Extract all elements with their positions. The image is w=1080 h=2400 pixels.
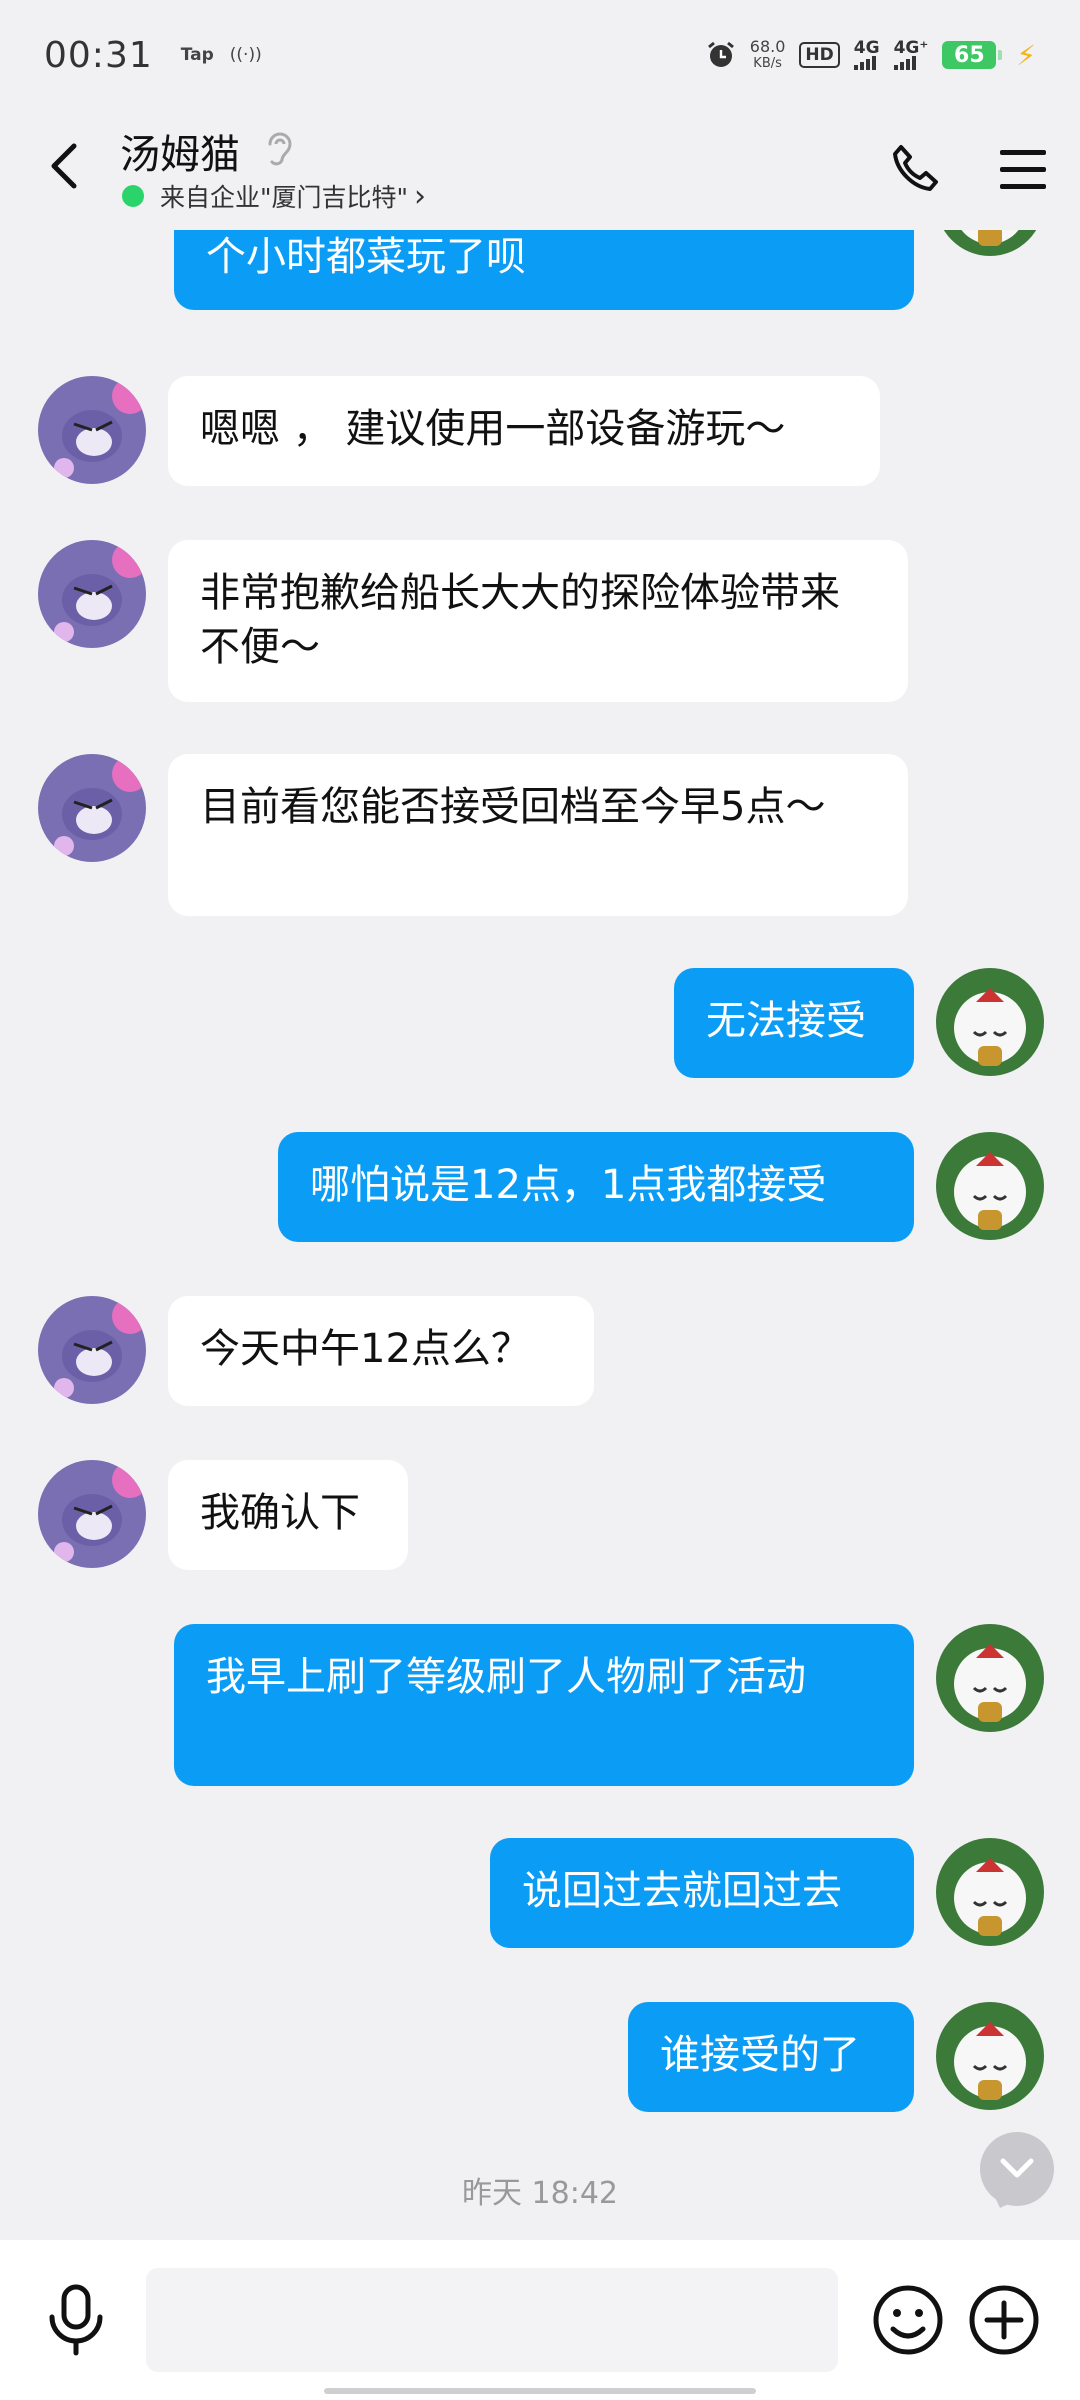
- network-type-1: 4G: [853, 38, 880, 58]
- status-time: 00:31: [44, 34, 153, 76]
- company-label: 来自企业"厦门吉比特": [160, 183, 408, 212]
- back-button[interactable]: [34, 136, 94, 196]
- chevron-left-icon: [51, 143, 77, 189]
- speed-value: 68.0: [749, 37, 786, 56]
- online-status-dot: [122, 185, 144, 207]
- message-text: 目前看您能否接受回档至今早5点～: [200, 784, 826, 830]
- signal-1: 4G: [853, 38, 880, 70]
- message-text: 谁接受的了: [660, 2032, 860, 2078]
- charging-icon: ⚡: [1016, 38, 1036, 72]
- message-text: 哪怕说是12点，1点我都接受: [310, 1162, 827, 1208]
- network-speed: 68.0 KB/s: [750, 38, 786, 72]
- signal-bars-icon: [853, 56, 876, 70]
- contact-avatar[interactable]: [38, 376, 146, 484]
- emoji-button[interactable]: [868, 2280, 948, 2360]
- menu-button[interactable]: [990, 136, 1056, 202]
- message-bubble[interactable]: 说回过去就回过去: [490, 1838, 914, 1948]
- signal-2: 4G⁺: [893, 38, 929, 70]
- input-bar: [0, 2240, 1080, 2400]
- message-bubble[interactable]: 目前看您能否接受回档至今早5点～: [168, 754, 908, 916]
- hotspot-icon: ((·)): [229, 45, 262, 65]
- my-avatar[interactable]: [936, 1624, 1044, 1732]
- message-bubble[interactable]: 谁接受的了: [628, 2002, 914, 2112]
- menu-icon-line: [1000, 166, 1046, 172]
- message-list[interactable]: 个小时都菜玩了呗 嗯嗯 ， 建议使用一部设备游玩～ 非常抱歉给船长大大的探险体验…: [0, 230, 1080, 2240]
- phone-icon: [893, 145, 938, 191]
- menu-icon-line: [1000, 183, 1046, 189]
- my-avatar[interactable]: [936, 968, 1044, 1076]
- earpiece-mode-icon[interactable]: [262, 126, 298, 174]
- plus-circle-icon: [969, 2285, 1039, 2355]
- menu-icon-line: [1000, 149, 1046, 155]
- message-text: 我早上刷了等级刷了人物刷了活动: [206, 1654, 806, 1700]
- battery-icon: 65: [942, 41, 1003, 69]
- scroll-to-bottom-button[interactable]: [980, 2132, 1054, 2206]
- message-bubble[interactable]: 个小时都菜玩了呗: [174, 230, 914, 310]
- my-avatar[interactable]: [936, 2002, 1044, 2110]
- contact-name[interactable]: 汤姆猫: [120, 122, 240, 180]
- contact-avatar[interactable]: [38, 754, 146, 862]
- message-text: 我确认下: [200, 1490, 360, 1536]
- status-icons: 68.0 KB/s HD 4G 4G⁺ 65 ⚡: [706, 38, 1036, 72]
- contact-avatar[interactable]: [38, 540, 146, 648]
- message-bubble[interactable]: 我早上刷了等级刷了人物刷了活动: [174, 1624, 914, 1786]
- chevron-down-icon: [1000, 2158, 1034, 2178]
- message-bubble[interactable]: 今天中午12点么？: [168, 1296, 594, 1406]
- phone-call-button[interactable]: [880, 134, 950, 204]
- network-type-2: 4G⁺: [893, 38, 929, 58]
- message-text: 非常抱歉给船长大大的探险体验带来不便～: [200, 570, 840, 670]
- my-avatar[interactable]: [936, 1132, 1044, 1240]
- home-indicator[interactable]: [324, 2388, 756, 2394]
- voice-input-button[interactable]: [36, 2280, 116, 2360]
- message-bubble[interactable]: 无法接受: [674, 968, 914, 1078]
- message-timestamp: 昨天 18:42: [462, 2176, 618, 2211]
- contact-avatar[interactable]: [38, 1460, 146, 1568]
- hd-icon: HD: [799, 42, 840, 68]
- chevron-right-icon: ›: [414, 178, 426, 214]
- message-bubble[interactable]: 非常抱歉给船长大大的探险体验带来不便～: [168, 540, 908, 702]
- message-text: 无法接受: [706, 998, 866, 1044]
- company-link[interactable]: 来自企业"厦门吉比特" ›: [122, 178, 426, 214]
- chat-header: 汤姆猫 来自企业"厦门吉比特" ›: [0, 110, 1080, 230]
- message-input[interactable]: [146, 2268, 838, 2372]
- message-text: 今天中午12点么？: [200, 1326, 531, 1372]
- smiley-icon: [873, 2285, 943, 2355]
- alarm-icon: [706, 40, 736, 70]
- message-bubble[interactable]: 我确认下: [168, 1460, 408, 1570]
- message-bubble[interactable]: 嗯嗯 ， 建议使用一部设备游玩～: [168, 376, 880, 486]
- message-text: 嗯嗯 ， 建议使用一部设备游玩～: [200, 406, 786, 452]
- microphone-icon: [49, 2284, 103, 2356]
- my-avatar[interactable]: [936, 1838, 1044, 1946]
- status-bar: 00:31 Tap ((·)) 68.0 KB/s HD 4G 4G⁺ 65 ⚡: [0, 0, 1080, 110]
- more-actions-button[interactable]: [964, 2280, 1044, 2360]
- my-avatar[interactable]: [936, 230, 1044, 256]
- tap-indicator: Tap: [180, 45, 214, 65]
- signal-bars-icon: [893, 56, 916, 70]
- message-text: 说回过去就回过去: [522, 1868, 842, 1914]
- message-bubble[interactable]: 哪怕说是12点，1点我都接受: [278, 1132, 914, 1242]
- contact-avatar[interactable]: [38, 1296, 146, 1404]
- speed-unit: KB/s: [753, 56, 782, 71]
- message-text: 个小时都菜玩了呗: [206, 234, 526, 280]
